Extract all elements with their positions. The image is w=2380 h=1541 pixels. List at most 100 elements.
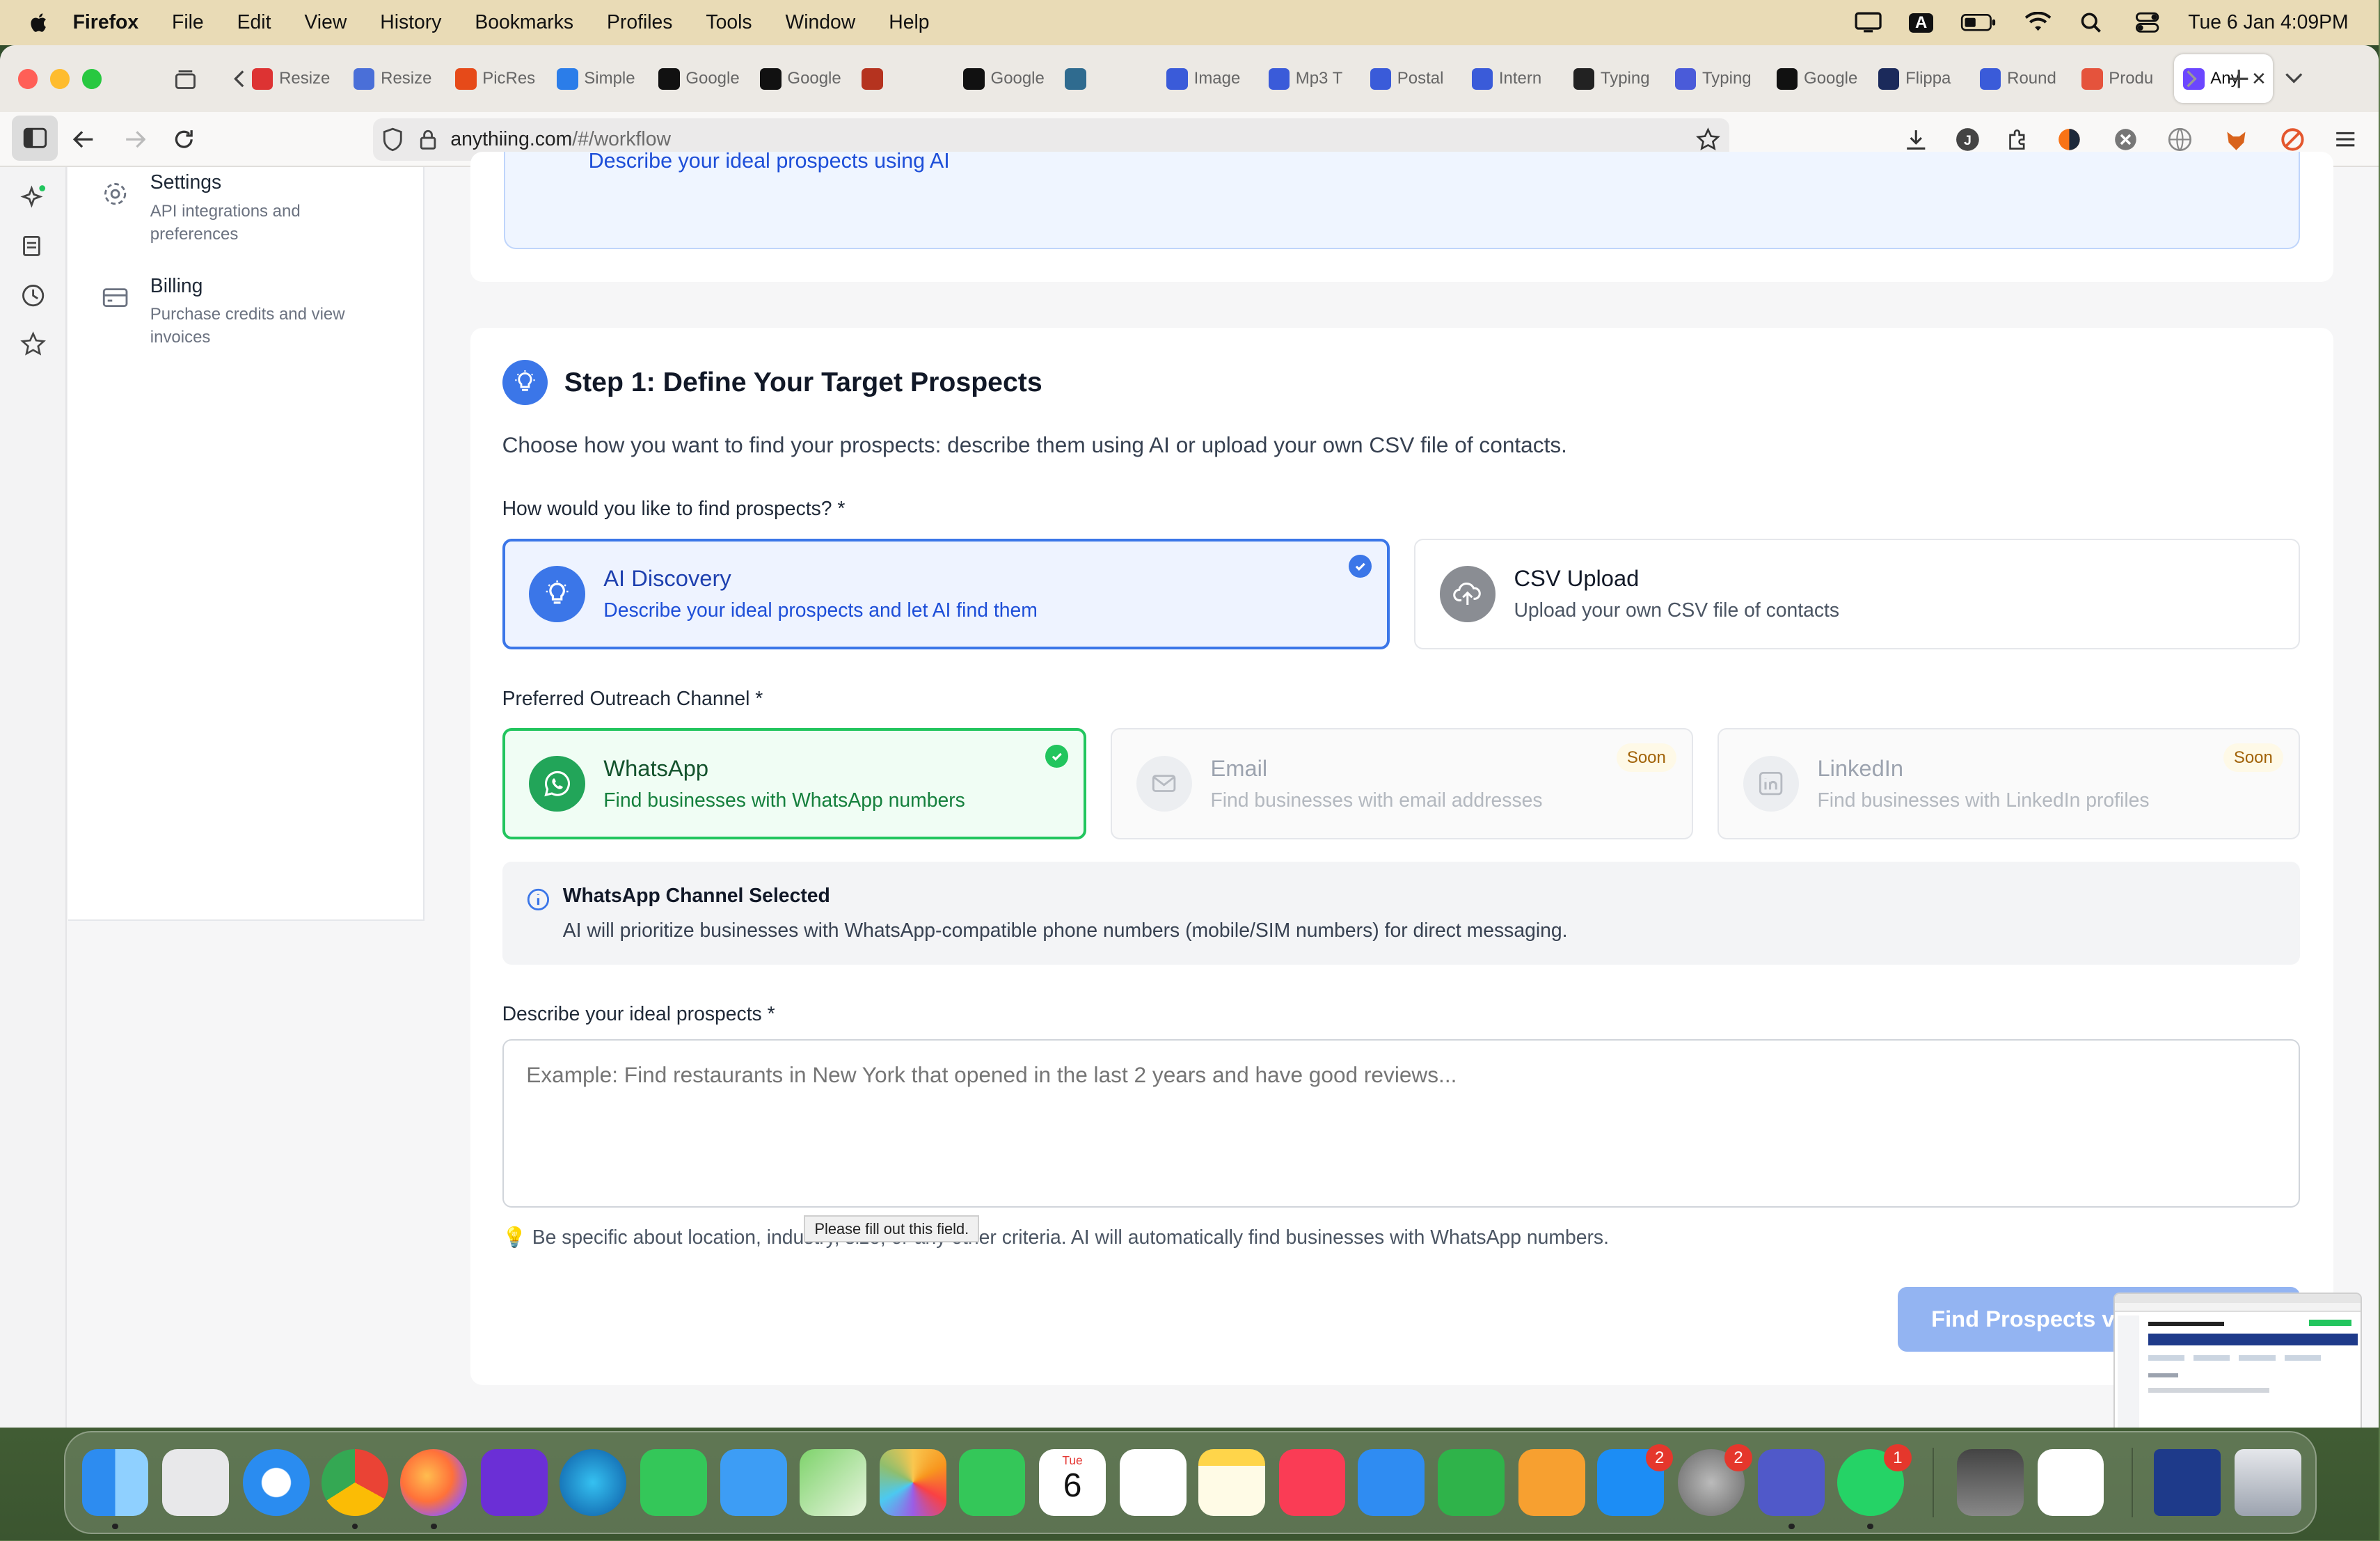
teams-icon[interactable] [1758,1448,1825,1516]
hamburger-menu-icon[interactable] [2332,126,2359,153]
back-icon[interactable] [70,126,97,153]
list-all-tabs-icon[interactable] [2276,61,2312,97]
extension-close-circle-icon[interactable] [2112,126,2139,153]
browser-tab[interactable]: Mp3 T [1259,54,1360,103]
maps-icon[interactable] [799,1448,866,1516]
extension-fox-icon[interactable] [2223,126,2250,153]
menu-app-name[interactable]: Firefox [73,11,138,34]
screenshot-utility-icon[interactable] [1957,1448,2024,1516]
apple-logo-icon[interactable] [27,10,51,35]
menu-history[interactable]: History [380,11,441,34]
new-tab-icon[interactable] [2221,61,2258,97]
favorites-star-icon[interactable] [19,331,47,358]
spotlight-search-icon[interactable] [2079,12,2106,33]
reminders-icon[interactable] [1119,1448,1187,1516]
pages-icon[interactable] [1518,1448,1585,1516]
tab-label: Postal [1397,69,1444,88]
browser-tab[interactable]: Postal [1360,54,1462,103]
browser-tab[interactable]: Google [954,54,1056,103]
podcasts-icon[interactable] [480,1448,548,1516]
menu-bookmarks[interactable]: Bookmarks [475,11,573,34]
browser-tab[interactable]: Round [1971,54,2072,103]
browser-tab[interactable] [852,54,954,103]
browser-tab[interactable]: Google [751,54,852,103]
finder-icon[interactable] [81,1448,149,1516]
facetime-icon[interactable] [958,1448,1026,1516]
sidebar-item-settings[interactable]: Settings API integrations and preference… [102,171,378,246]
numbers-icon[interactable] [1438,1448,1505,1516]
extensions-puzzle-icon[interactable] [2004,126,2031,153]
browser-tab[interactable]: Produ [2072,54,2174,103]
ai-discovery-option[interactable]: AI Discovery Describe your ideal prospec… [502,538,1390,649]
extension-color-icon[interactable] [2056,126,2083,153]
zoom-window-button[interactable] [81,69,102,89]
browser-tab[interactable]: Simple [548,54,649,103]
music-icon[interactable] [1278,1448,1346,1516]
menu-edit[interactable]: Edit [237,11,271,34]
bookmark-star-icon[interactable] [1696,127,1721,152]
option-description: Describe your ideal prospects and let AI… [603,599,1038,622]
reload-icon[interactable] [170,126,197,153]
photos-icon[interactable] [880,1448,947,1516]
close-window-button[interactable] [18,69,38,89]
menu-profiles[interactable]: Profiles [607,11,672,34]
extension-block-icon[interactable] [2278,126,2306,153]
forward-icon[interactable] [121,126,148,153]
lock-icon[interactable] [419,129,437,150]
trash-icon[interactable] [2234,1448,2301,1516]
menu-tools[interactable]: Tools [706,11,752,34]
tracking-protection-shield-icon[interactable] [382,127,404,152]
edge-icon[interactable] [560,1448,627,1516]
menu-view[interactable]: View [304,11,347,34]
applications-folder-icon[interactable] [2154,1448,2221,1516]
menu-window[interactable]: Window [786,11,856,34]
browser-tab[interactable]: Typing [1564,54,1666,103]
control-center-icon[interactable] [2134,12,2161,33]
menu-file[interactable]: File [172,11,204,34]
browser-tab[interactable] [1056,54,1157,103]
scroll-tabs-right-icon[interactable] [2173,61,2209,97]
notes-icon[interactable] [1198,1448,1265,1516]
sidebar-toggle-icon[interactable] [12,115,58,161]
whatsapp-channel-option[interactable]: WhatsApp Find businesses with WhatsApp n… [502,728,1086,839]
history-clock-icon[interactable] [19,282,47,309]
minimize-window-button[interactable] [49,69,70,89]
browser-tab[interactable]: Google [649,54,751,103]
nordvpn-icon[interactable] [2037,1448,2104,1516]
prospect-description-input[interactable] [502,1039,2300,1208]
mail-icon[interactable] [720,1448,788,1516]
downloads-icon[interactable] [1903,126,1930,153]
browser-tab[interactable]: Typing [1666,54,1768,103]
calendar-icon[interactable]: Tue 6 [1039,1448,1106,1516]
browser-tab[interactable]: PicRes [446,54,548,103]
account-avatar-icon[interactable]: J [1954,126,1981,153]
bookmarks-panel-icon[interactable] [19,234,47,261]
tab-groups-icon[interactable] [167,61,203,97]
wifi-icon[interactable] [2024,12,2052,33]
hint-message: Be specific about location, industry, si… [532,1226,1609,1249]
running-indicator [1788,1523,1795,1530]
browser-tab[interactable]: Resize [344,54,446,103]
csv-upload-option[interactable]: CSV Upload Upload your own CSV file of c… [1413,538,2300,649]
sidebar-item-billing[interactable]: Billing Purchase credits and view invoic… [102,275,378,349]
launchpad-icon[interactable] [162,1448,229,1516]
keynote-icon[interactable] [1357,1448,1425,1516]
safari-icon[interactable] [242,1448,310,1516]
messages-icon[interactable] [640,1448,707,1516]
ai-sparkle-icon[interactable] [19,184,47,211]
screenshot-thumbnail-preview[interactable] [2113,1293,2363,1428]
browser-tab[interactable]: Intern [1463,54,1564,103]
firefox-icon[interactable] [400,1448,468,1516]
browser-tab[interactable]: Google [1768,54,1869,103]
browser-tab[interactable]: Resize [243,54,344,103]
browser-tab[interactable]: Image [1157,54,1259,103]
option-description: Find businesses with LinkedIn profiles [1817,789,2150,812]
input-source-indicator[interactable]: A [1909,13,1934,33]
display-icon[interactable] [1855,12,1882,33]
extension-globe-icon[interactable] [2166,126,2193,153]
menu-bar-clock[interactable]: Tue 6 Jan 4:09PM [2188,11,2348,34]
browser-tab[interactable]: Flippa [1869,54,1971,103]
battery-icon[interactable] [1960,12,1997,33]
chrome-icon[interactable] [321,1448,388,1516]
menu-help[interactable]: Help [889,11,929,34]
